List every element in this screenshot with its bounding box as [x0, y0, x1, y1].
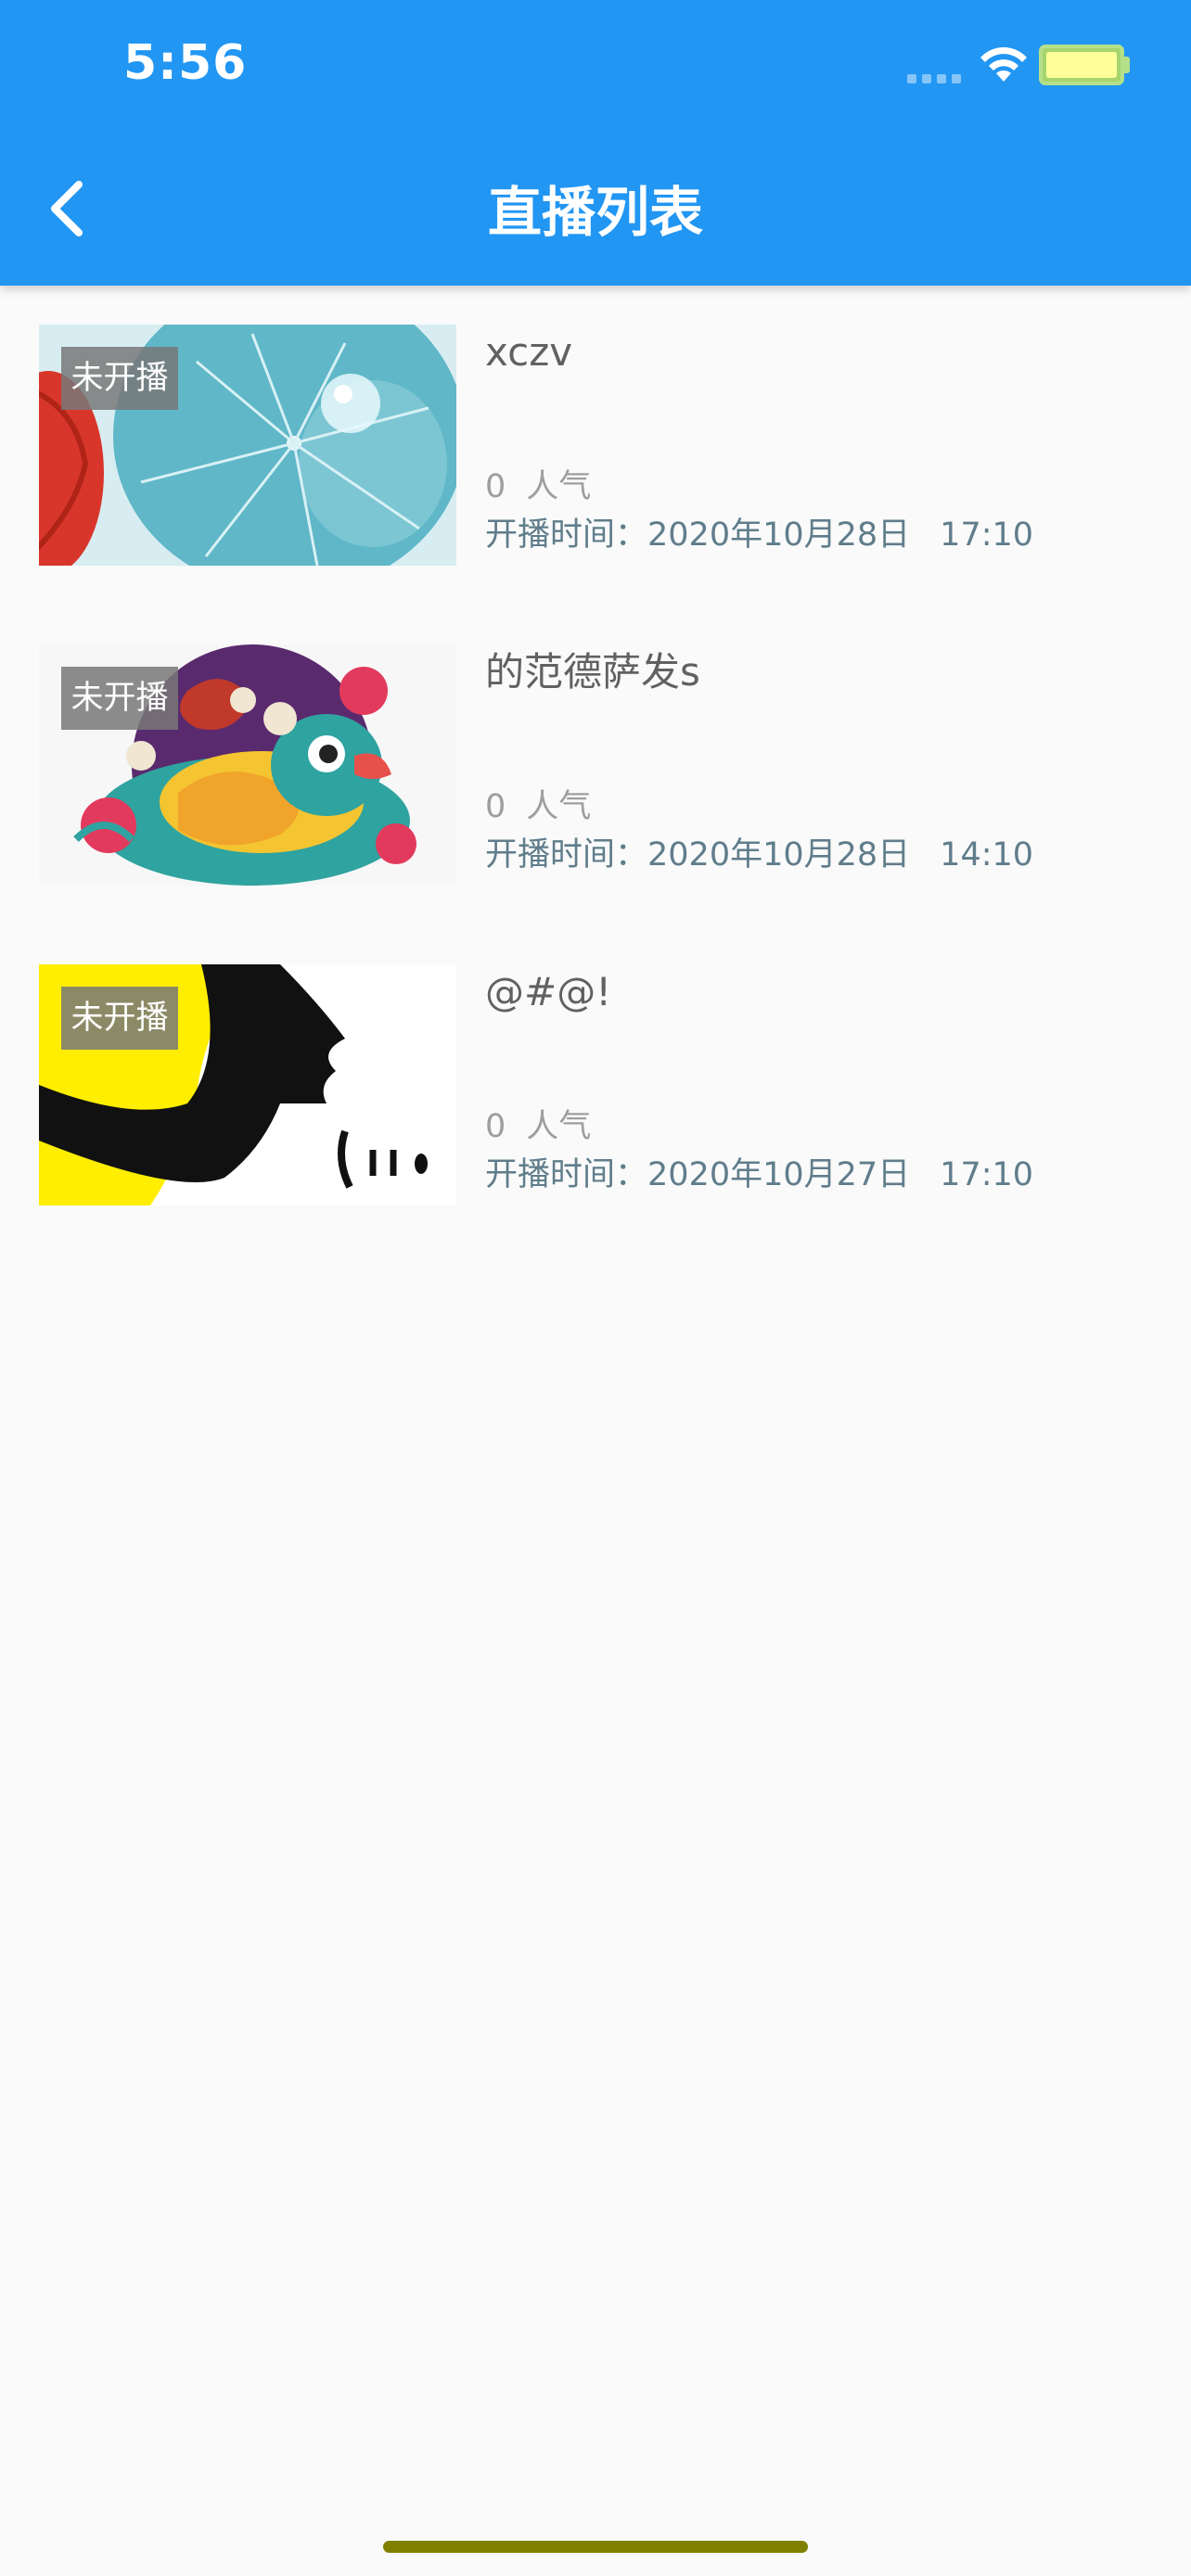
- start-date: 2020年10月28日: [647, 836, 911, 874]
- status-badge: 未开播: [61, 667, 178, 730]
- stream-title: 的范德萨发s: [485, 649, 700, 695]
- stream-thumbnail: 未开播: [39, 964, 456, 1205]
- status-time: 5:56: [123, 35, 248, 91]
- home-indicator[interactable]: [383, 2541, 808, 2553]
- status-badge: 未开播: [61, 347, 178, 410]
- wifi-icon: [980, 47, 1027, 82]
- start-date: 2020年10月27日: [647, 1156, 911, 1193]
- start-time-row: 开播时间：2020年10月28日 17:10: [485, 512, 1033, 558]
- stream-title: xczv: [485, 329, 573, 375]
- popularity-row: 0 人气: [485, 464, 591, 510]
- stream-list-item[interactable]: 未开播 xczv 0 人气 开播时间：2020年10月28日 17:10: [0, 325, 1191, 644]
- popularity-label: 人气: [526, 788, 592, 825]
- app-bar: 5:56 直播列表: [0, 0, 1191, 286]
- stream-list-item[interactable]: 未开播 的范德萨发s 0 人气 开播时间：2020年10月28日 14:10: [0, 644, 1191, 964]
- start-time-label: 开播时间：: [485, 1156, 648, 1193]
- start-date: 2020年10月28日: [647, 516, 911, 554]
- start-time: 14:10: [940, 836, 1034, 874]
- popularity-row: 0 人气: [485, 1103, 591, 1150]
- stream-thumbnail: 未开播: [39, 644, 456, 886]
- cellular-signal-icon: [907, 74, 961, 83]
- page-title: 直播列表: [487, 181, 703, 244]
- start-time-label: 开播时间：: [485, 516, 648, 554]
- start-time-row: 开播时间：2020年10月27日 17:10: [485, 1152, 1033, 1198]
- battery-icon: [1039, 45, 1124, 85]
- start-time: 17:10: [940, 1156, 1034, 1193]
- start-time: 17:10: [940, 516, 1034, 554]
- status-badge: 未开播: [61, 987, 178, 1050]
- popularity-count: 0: [485, 788, 506, 825]
- popularity-count: 0: [485, 468, 506, 505]
- popularity-row: 0 人气: [485, 784, 591, 830]
- stream-thumbnail: 未开播: [39, 325, 456, 566]
- live-stream-list: 未开播 xczv 0 人气 开播时间：2020年10月28日 17:10 未开播…: [0, 325, 1191, 1284]
- popularity-label: 人气: [526, 468, 592, 505]
- stream-list-item[interactable]: 未开播 @#@! 0 人气 开播时间：2020年10月27日 17:10: [0, 964, 1191, 1284]
- stream-title: @#@!: [485, 969, 612, 1014]
- popularity-label: 人气: [526, 1108, 592, 1145]
- start-time-row: 开播时间：2020年10月28日 14:10: [485, 832, 1033, 878]
- popularity-count: 0: [485, 1108, 506, 1145]
- start-time-label: 开播时间：: [485, 836, 648, 874]
- battery-tip: [1124, 57, 1130, 73]
